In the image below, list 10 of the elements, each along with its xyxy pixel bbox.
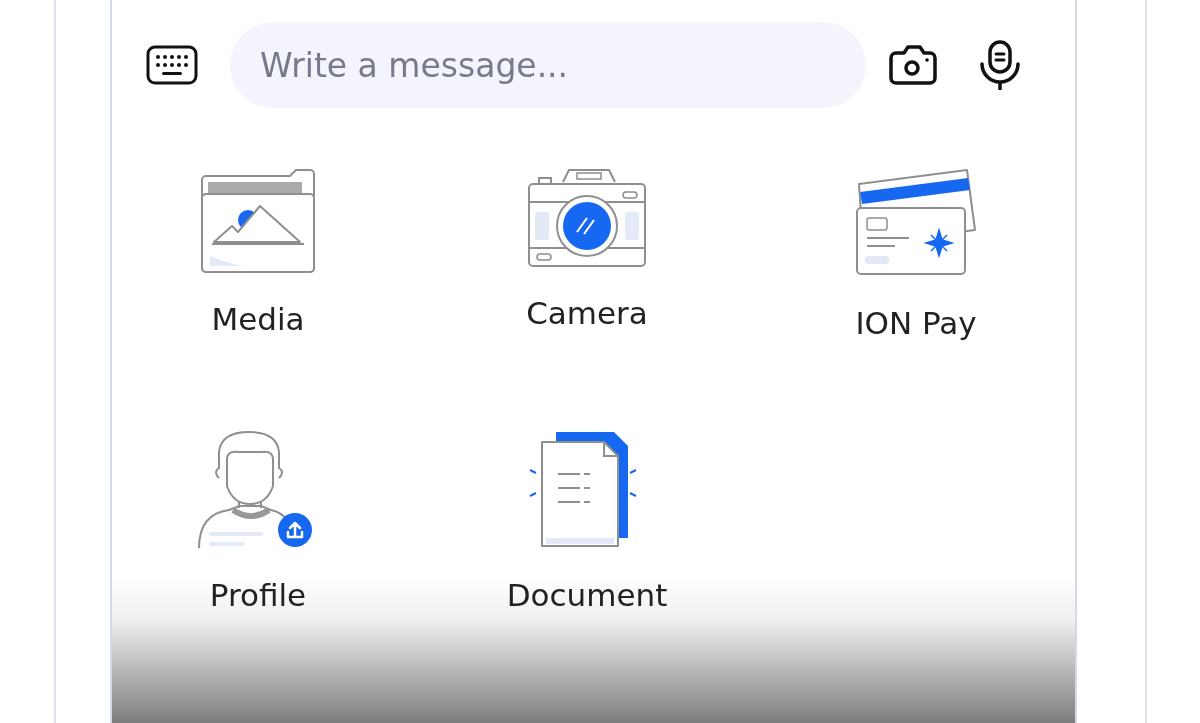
attachment-label[interactable]: Document: [506, 578, 668, 613]
attachment-label[interactable]: Media: [211, 302, 305, 337]
attachment-label[interactable]: Camera: [526, 296, 648, 331]
microphone-icon[interactable]: [978, 40, 1022, 90]
attachment-label[interactable]: ION Pay: [855, 306, 977, 341]
folder-picture-icon: [198, 168, 318, 274]
attachment-label[interactable]: Profile: [209, 578, 307, 613]
camera-icon[interactable]: [888, 43, 938, 87]
keyboard-icon[interactable]: [146, 45, 198, 85]
message-input[interactable]: Write a message...: [230, 22, 866, 108]
